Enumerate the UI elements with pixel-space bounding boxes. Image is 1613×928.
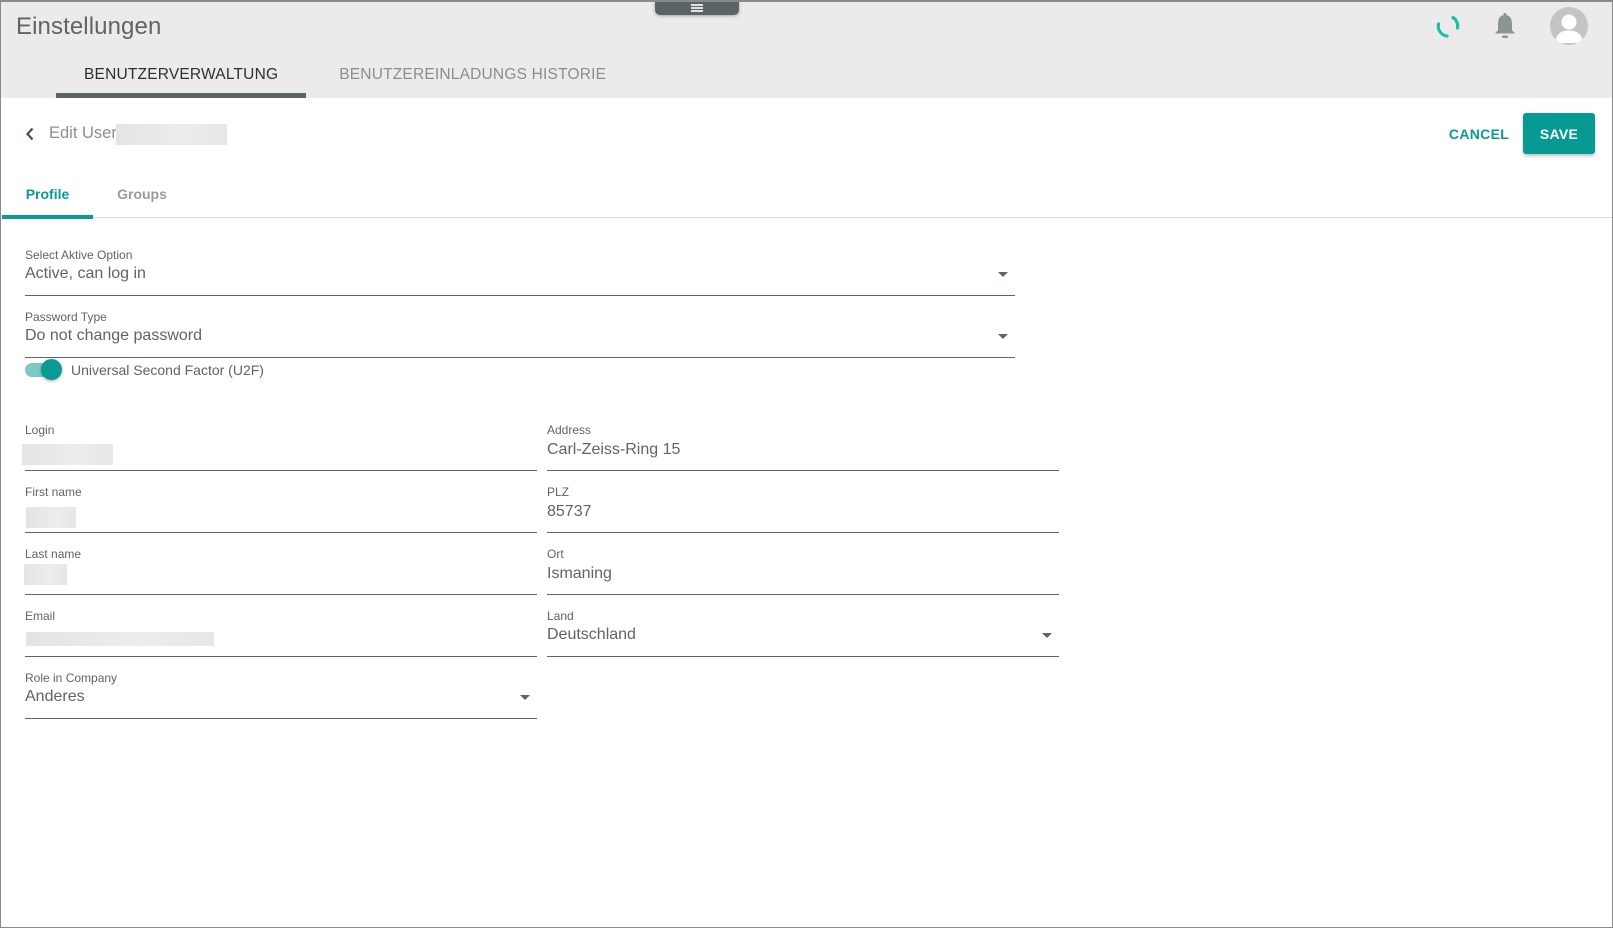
user-avatar-icon [1555, 14, 1583, 43]
ort-input[interactable] [547, 562, 1029, 586]
first-name-input[interactable] [25, 500, 507, 524]
password-type-value: Do not change password [25, 327, 202, 344]
top-header: Einstellungen BENUTZERVERWALTUNG BENUTZE… [1, 2, 1612, 98]
redacted-first-name [26, 507, 76, 528]
edit-user-title: Edit User [49, 124, 117, 142]
tab-profile[interactable]: Profile [2, 173, 93, 219]
main-tabs: BENUTZERVERWALTUNG BENUTZEREINLADUNGS HI… [56, 58, 634, 98]
last-name-input[interactable] [25, 562, 507, 586]
redacted-login [22, 444, 113, 465]
redacted-user-name [116, 124, 227, 145]
tab-benutzereinladungs-historie[interactable]: BENUTZEREINLADUNGS HISTORIE [310, 58, 634, 98]
chevron-down-icon[interactable] [998, 272, 1008, 277]
land-select[interactable]: Land Deutschland [547, 609, 1059, 657]
chevron-down-icon[interactable] [520, 695, 530, 700]
first-name-label: First name [25, 485, 82, 499]
active-option-label: Select Aktive Option [25, 248, 133, 262]
tab-groups[interactable]: Groups [102, 173, 182, 218]
address-field: Address [547, 423, 1059, 471]
u2f-label: Universal Second Factor (U2F) [71, 362, 264, 378]
ort-label: Ort [547, 547, 564, 561]
land-label: Land [547, 609, 574, 623]
loading-spinner-icon [1436, 15, 1460, 38]
ort-field: Ort [547, 547, 1059, 595]
password-type-label: Password Type [25, 310, 107, 324]
plz-input[interactable] [547, 500, 1029, 524]
address-input[interactable] [547, 438, 1029, 462]
menu-handle-icon [691, 3, 703, 12]
profile-tabs: Profile Groups [1, 173, 1612, 219]
role-label: Role in Company [25, 671, 118, 685]
first-name-field: First name [25, 485, 537, 533]
plz-field: PLZ [547, 485, 1059, 533]
active-option-select[interactable]: Select Aktive Option Active, can log in [25, 248, 1015, 296]
login-label: Login [25, 423, 55, 437]
loading-spinner [1430, 8, 1466, 44]
chevron-down-icon[interactable] [998, 334, 1008, 339]
app-window: Einstellungen BENUTZERVERWALTUNG BENUTZE… [0, 0, 1613, 928]
chevron-left-icon [26, 127, 34, 141]
u2f-toggle[interactable] [25, 359, 63, 381]
password-type-select[interactable]: Password Type Do not change password [25, 310, 1015, 358]
notifications-button[interactable] [1487, 8, 1523, 44]
cancel-button[interactable]: CANCEL [1441, 113, 1517, 154]
page-title: Einstellungen [16, 13, 162, 40]
back-button[interactable] [21, 124, 39, 144]
plz-label: PLZ [547, 485, 570, 499]
address-label: Address [547, 423, 592, 437]
last-name-label: Last name [25, 547, 82, 561]
email-label: Email [25, 609, 56, 623]
redacted-email [26, 632, 214, 646]
land-value: Deutschland [547, 626, 636, 643]
toggle-knob [41, 359, 62, 380]
last-name-field: Last name [24, 547, 537, 595]
tab-benutzerverwaltung[interactable]: BENUTZERVERWALTUNG [56, 58, 307, 98]
role-select[interactable]: Role in Company Anderes [25, 671, 537, 719]
active-option-value: Active, can log in [25, 265, 146, 282]
email-field: Email [25, 609, 537, 657]
bell-icon [1495, 13, 1515, 38]
save-button[interactable]: SAVE [1523, 113, 1595, 154]
chevron-down-icon[interactable] [1042, 633, 1052, 638]
menu-handle-button[interactable] [655, 2, 739, 15]
redacted-last-name [24, 564, 67, 585]
role-value: Anderes [25, 688, 85, 705]
user-avatar-button[interactable] [1550, 7, 1588, 45]
login-field: Login [22, 423, 537, 471]
